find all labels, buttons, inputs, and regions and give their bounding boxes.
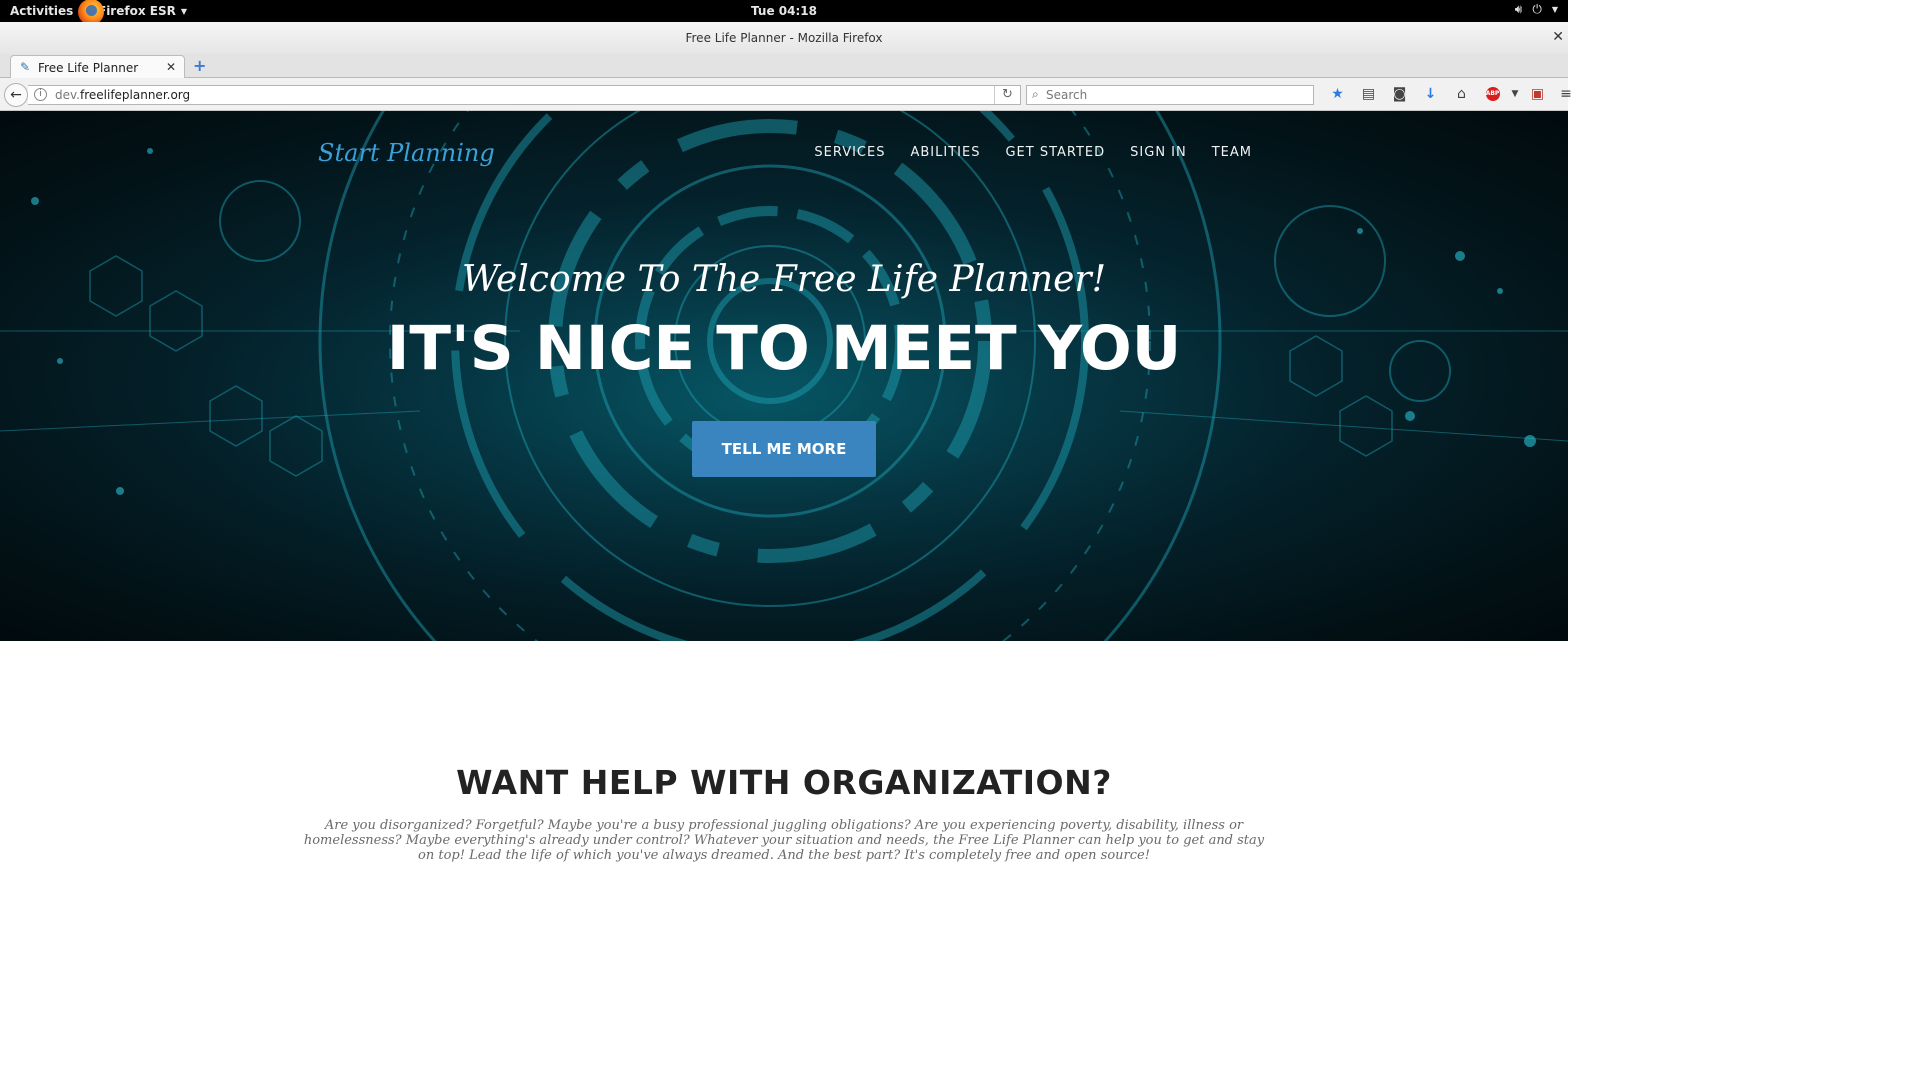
system-top-bar: Activities Firefox ESR ▼ Tue 04:18 🔊︎ ⏻ …	[0, 0, 1568, 25]
tab-free-life-planner[interactable]: ✎ Free Life Planner ✕	[10, 55, 185, 79]
search-placeholder: Search	[1046, 88, 1088, 102]
window-title-bar: Free Life Planner - Mozilla Firefox ✕	[0, 22, 1568, 54]
home-icon[interactable]: ⌂	[1446, 86, 1477, 102]
reading-list-icon[interactable]: ▤	[1353, 86, 1384, 102]
site-brand-logo[interactable]: Start Planning	[318, 139, 495, 167]
hero-section: Start Planning SERVICES ABILITIES GET ST…	[0, 111, 1568, 641]
nav-link-get-started[interactable]: GET STARTED	[1005, 145, 1105, 160]
hamburger-menu-icon[interactable]: ≡	[1553, 86, 1579, 102]
site-info-icon[interactable]: i	[34, 88, 47, 101]
section-title: WANT HELP WITH ORGANIZATION?	[456, 763, 1112, 802]
hero-welcome-text: Welcome To The Free Life Planner!	[461, 259, 1107, 300]
section-description: Are you disorganized? Forgetful? Maybe y…	[303, 818, 1265, 863]
power-icon[interactable]: ⏻	[1532, 2, 1542, 17]
search-input[interactable]: ⌕ Search	[1026, 85, 1314, 105]
tab-label: Free Life Planner	[38, 61, 139, 75]
new-tab-icon[interactable]: +	[193, 56, 206, 75]
flag-icon[interactable]: ▣	[1522, 86, 1553, 102]
hero-headline: IT'S NICE TO MEET YOU	[386, 313, 1182, 384]
url-text[interactable]: dev.freelifeplanner.org	[55, 88, 190, 102]
nav-link-services[interactable]: SERVICES	[814, 145, 885, 160]
close-tab-icon[interactable]: ✕	[166, 60, 176, 74]
tell-me-more-button[interactable]: TELL ME MORE	[692, 421, 876, 477]
url-bar[interactable]: i dev.freelifeplanner.org ↻	[28, 85, 1021, 105]
system-tray[interactable]: 🔊︎ ⏻ ▼	[1515, 2, 1558, 17]
bookmark-star-icon[interactable]: ★	[1322, 86, 1353, 102]
close-window-icon[interactable]: ✕	[1552, 29, 1564, 45]
reload-icon[interactable]: ↻	[994, 86, 1020, 104]
nav-link-abilities[interactable]: ABILITIES	[910, 145, 980, 160]
toolbar-icons: ★ ▤ ◙ ↓ ⌂ ABP ▼ ▣ ≡	[1322, 86, 1579, 102]
pocket-icon[interactable]: ◙	[1384, 86, 1415, 102]
site-navigation: SERVICES ABILITIES GET STARTED SIGN IN T…	[814, 145, 1252, 160]
back-arrow-icon[interactable]: ←	[4, 83, 28, 107]
clock[interactable]: Tue 04:18	[0, 4, 1568, 18]
volume-icon[interactable]: 🔊︎	[1515, 2, 1523, 17]
chevron-down-icon[interactable]: ▼	[1508, 89, 1522, 99]
navigation-toolbar: ← i dev.freelifeplanner.org ↻ ⌕ Search ★…	[0, 78, 1572, 111]
chevron-down-icon[interactable]: ▼	[1552, 5, 1558, 14]
download-icon[interactable]: ↓	[1415, 86, 1446, 102]
window-title: Free Life Planner - Mozilla Firefox	[685, 31, 883, 45]
site-favicon-icon: ✎	[20, 60, 31, 74]
tab-strip: ✎ Free Life Planner ✕ +	[0, 54, 1568, 79]
nav-link-team[interactable]: TEAM	[1212, 145, 1252, 160]
adblock-icon[interactable]: ABP	[1477, 87, 1508, 101]
nav-link-sign-in[interactable]: SIGN IN	[1130, 145, 1187, 160]
search-icon: ⌕	[1032, 87, 1039, 101]
